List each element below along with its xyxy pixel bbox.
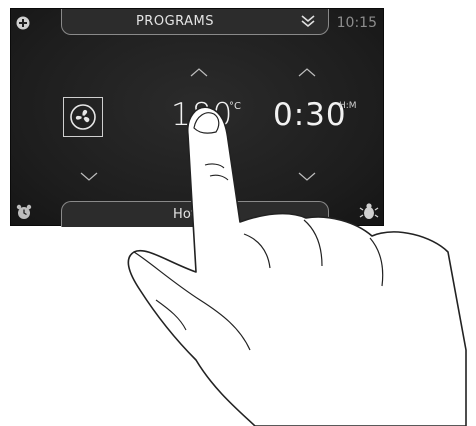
clock: 10:15	[336, 15, 377, 31]
temperature-value[interactable]: 180	[171, 97, 233, 133]
duration-unit: H:M	[339, 101, 357, 111]
bug-icon[interactable]	[359, 201, 379, 221]
programs-title: PROGRAMS	[135, 14, 215, 29]
duration-down-chevron-icon[interactable]	[297, 167, 317, 181]
temperature-unit: °C	[229, 101, 241, 112]
fan-icon	[70, 104, 96, 130]
function-down-chevron-icon[interactable]	[79, 167, 99, 181]
duration-up-chevron-icon[interactable]	[297, 62, 317, 77]
mode-tab[interactable]: Hot air	[61, 201, 329, 227]
alarm-clock-icon[interactable]	[15, 203, 33, 221]
double-chevron-down-icon[interactable]	[300, 13, 316, 29]
mode-label: Hot air	[173, 207, 217, 222]
temperature-down-chevron-icon[interactable]	[189, 167, 209, 181]
plus-icon[interactable]	[16, 15, 30, 30]
temperature-up-chevron-icon[interactable]	[189, 62, 209, 77]
duration-value[interactable]: 0:30	[273, 97, 347, 133]
programs-tab[interactable]: PROGRAMS	[61, 9, 329, 35]
oven-display: PROGRAMS 10:15 180 °C 0:30 H:M Hot air	[10, 8, 384, 227]
function-button[interactable]	[63, 97, 103, 137]
